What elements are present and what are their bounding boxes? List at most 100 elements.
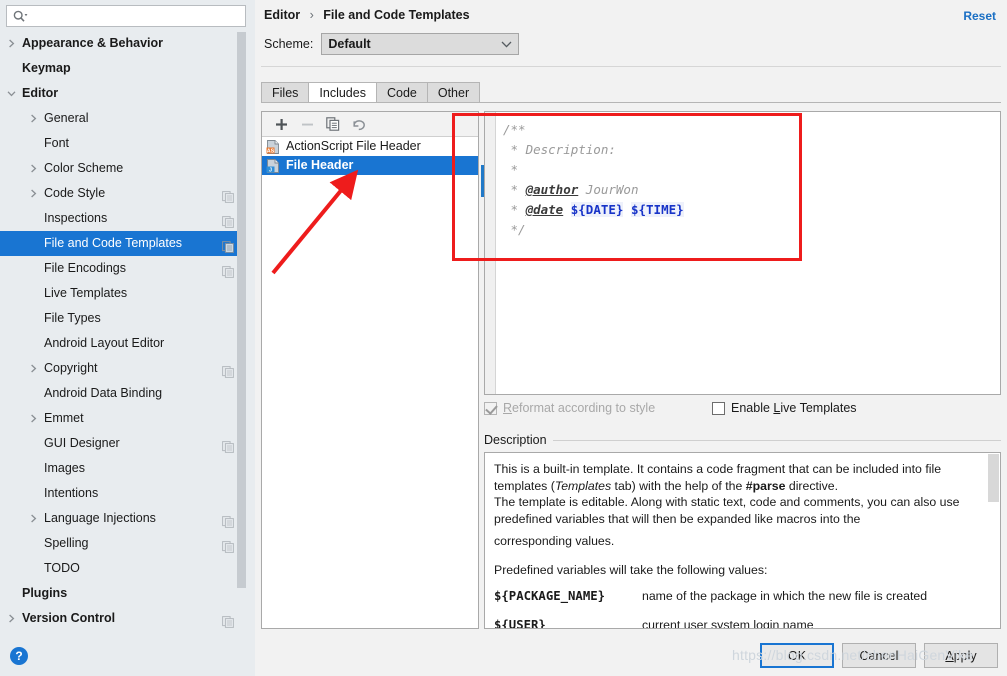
sidebar-item-language-injections[interactable]: Language Injections <box>0 506 246 531</box>
sidebar-item-plugins[interactable]: Plugins <box>0 581 246 606</box>
template-list-item[interactable]: AS ActionScript File Header <box>262 137 478 156</box>
sidebar-item-file-and-code-templates[interactable]: File and Code Templates <box>0 231 246 256</box>
code-comment <box>563 202 571 217</box>
chevron-right-icon[interactable] <box>22 106 44 131</box>
template-code[interactable]: /** * Description: * * @author JourWon *… <box>503 120 994 240</box>
tab-includes[interactable]: Includes <box>308 82 377 103</box>
code-comment: /** <box>503 122 526 137</box>
copy-template-button[interactable] <box>320 113 346 135</box>
copy-settings-icon[interactable] <box>222 537 234 553</box>
ok-button[interactable]: OK <box>760 643 834 668</box>
predefined-variable-value: name of the package in which the new fil… <box>642 589 928 603</box>
sidebar-item-android-data-binding[interactable]: Android Data Binding <box>0 381 246 406</box>
chevron-right-icon[interactable] <box>22 356 44 381</box>
template-list-item[interactable]: J File Header <box>262 156 478 175</box>
settings-dialog: Appearance & Behavior Keymap Editor General… <box>0 0 1007 676</box>
live-templates-checkbox-box[interactable] <box>712 401 725 415</box>
settings-tree[interactable]: Appearance & Behavior Keymap Editor General… <box>0 31 246 631</box>
sidebar-item-label: Images <box>44 461 85 475</box>
code-line: * <box>503 160 994 180</box>
file-template-icon: AS <box>266 139 280 154</box>
breadcrumb-item-current: File and Code Templates <box>323 8 470 22</box>
copy-settings-icon[interactable] <box>222 612 234 628</box>
sidebar-item-images[interactable]: Images <box>0 456 246 481</box>
sidebar-item-font[interactable]: Font <box>0 131 246 156</box>
search-input[interactable] <box>33 7 233 25</box>
template-editor[interactable]: /** * Description: * * @author JourWon *… <box>484 111 1001 395</box>
breadcrumb-separator: › <box>309 8 314 22</box>
copy-settings-icon[interactable] <box>222 362 234 378</box>
chevron-right-icon[interactable] <box>0 31 22 56</box>
sidebar-item-label: Android Data Binding <box>44 386 163 400</box>
sidebar-item-live-templates[interactable]: Live Templates <box>0 281 246 306</box>
sidebar-item-todo[interactable]: TODO <box>0 556 246 581</box>
sidebar-item-appearance-behavior[interactable]: Appearance & Behavior <box>0 31 246 56</box>
settings-content: Editor › File and Code Templates Reset S… <box>255 0 1007 676</box>
sidebar-item-label: Intentions <box>44 486 99 500</box>
sidebar-item-label: Inspections <box>44 211 108 225</box>
predefined-variable-name: ${USER} <box>494 617 546 629</box>
reset-link[interactable]: Reset <box>963 9 996 23</box>
live-templates-checkbox-label: Enable Live Templates <box>731 401 857 415</box>
sidebar-item-file-types[interactable]: File Types <box>0 306 246 331</box>
code-line: * @date ${DATE} ${TIME} <box>503 200 994 220</box>
reformat-checkbox-box <box>484 401 497 415</box>
code-javadoc-tag: @date <box>525 202 564 217</box>
search-field[interactable] <box>6 5 246 27</box>
sidebar-item-keymap[interactable]: Keymap <box>0 56 246 81</box>
description-scrollbar-thumb[interactable] <box>988 454 999 502</box>
sidebar-item-gui-designer[interactable]: GUI Designer <box>0 431 246 456</box>
chevron-down-icon[interactable] <box>0 81 22 106</box>
chevron-right-icon[interactable] <box>22 406 44 431</box>
sidebar-item-android-layout-editor[interactable]: Android Layout Editor <box>0 331 246 356</box>
revert-template-button[interactable] <box>346 113 372 135</box>
chevron-right-icon[interactable] <box>22 181 44 206</box>
sidebar-item-version-control[interactable]: Version Control <box>0 606 246 631</box>
code-comment: * <box>503 202 526 217</box>
copy-settings-icon[interactable] <box>222 187 234 203</box>
sidebar-item-emmet[interactable]: Emmet <box>0 406 246 431</box>
cancel-button[interactable]: Cancel <box>842 643 916 668</box>
code-javadoc-tag: @author <box>525 182 579 197</box>
code-line: * @author JourWon <box>503 180 994 200</box>
copy-settings-icon[interactable] <box>222 262 234 278</box>
breadcrumb-item-editor[interactable]: Editor <box>264 8 300 22</box>
copy-settings-icon[interactable] <box>222 512 234 528</box>
sidebar-item-label: General <box>44 111 89 125</box>
tabs-underline <box>261 102 1001 103</box>
sidebar-scrollbar-thumb[interactable] <box>237 32 246 588</box>
copy-settings-icon[interactable] <box>222 237 234 253</box>
live-templates-checkbox[interactable]: Enable Live Templates <box>712 401 857 415</box>
tab-other[interactable]: Other <box>426 82 481 103</box>
scheme-dropdown[interactable]: Default <box>321 33 520 55</box>
template-tabs[interactable]: Files Includes Code Other <box>261 81 481 103</box>
copy-settings-icon[interactable] <box>222 437 234 453</box>
copy-settings-icon[interactable] <box>222 212 234 228</box>
chevron-right-icon[interactable] <box>22 156 44 181</box>
chevron-right-icon[interactable] <box>22 506 44 531</box>
code-comment: * Description: <box>503 142 624 157</box>
sidebar-item-code-style[interactable]: Code Style <box>0 181 246 206</box>
sidebar-item-general[interactable]: General <box>0 106 246 131</box>
help-button[interactable]: ? <box>10 647 28 665</box>
sidebar-item-intentions[interactable]: Intentions <box>0 481 246 506</box>
sidebar-item-label: Live Templates <box>44 286 128 300</box>
search-icon[interactable] <box>7 10 33 23</box>
template-list-toolbar <box>262 112 478 137</box>
template-list-panel: AS ActionScript File Header J File Header <box>261 111 479 629</box>
sidebar-item-label: Android Layout Editor <box>44 336 165 350</box>
tab-files[interactable]: Files <box>261 82 310 103</box>
add-template-button[interactable] <box>268 113 294 135</box>
apply-button[interactable]: Apply <box>924 643 998 668</box>
tab-code[interactable]: Code <box>375 82 428 103</box>
chevron-right-icon[interactable] <box>0 606 22 631</box>
sidebar-item-inspections[interactable]: Inspections <box>0 206 246 231</box>
description-paragraph-3: Predefined variables will take the follo… <box>494 562 768 577</box>
sidebar-item-spelling[interactable]: Spelling <box>0 531 246 556</box>
sidebar-item-editor[interactable]: Editor <box>0 81 246 106</box>
template-list[interactable]: AS ActionScript File Header J File Header <box>262 137 478 175</box>
sidebar-item-copyright[interactable]: Copyright <box>0 356 246 381</box>
code-line: * Description: <box>503 140 994 160</box>
sidebar-item-color-scheme[interactable]: Color Scheme <box>0 156 246 181</box>
sidebar-item-file-encodings[interactable]: File Encodings <box>0 256 246 281</box>
